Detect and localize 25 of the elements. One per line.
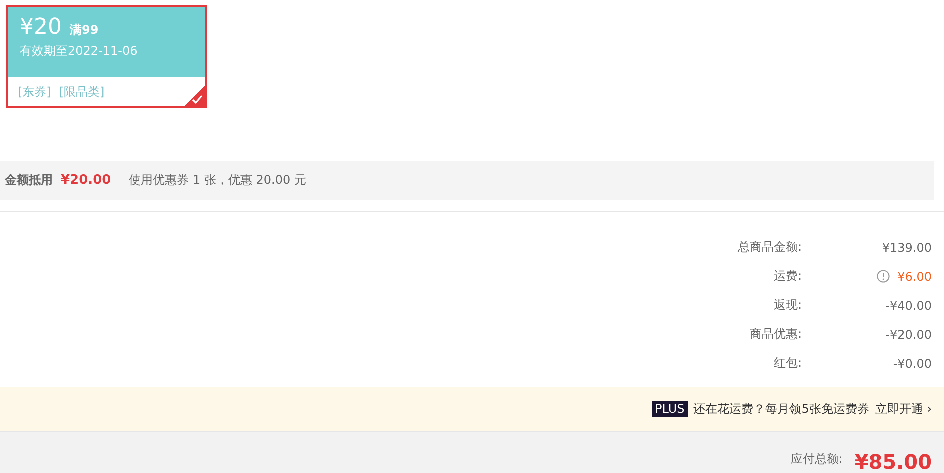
deduction-note: 使用优惠券 1 张，优惠 20.00 元: [129, 172, 306, 189]
summary-label: 总商品金额:: [738, 239, 802, 256]
summary-label: 返现:: [774, 297, 802, 314]
deduction-label: 金额抵用: [5, 172, 53, 189]
info-icon[interactable]: [876, 270, 890, 283]
activate-link[interactable]: 立即开通 ›: [875, 400, 932, 418]
coupon-validity: 有效期至2022-11-06: [20, 43, 138, 60]
summary-label: 运费:: [774, 268, 802, 285]
coupon-condition: 满99: [70, 22, 99, 39]
summary-value: -¥20.00: [886, 328, 932, 342]
summary-value: ¥6.00: [898, 270, 932, 284]
total-amount: ¥85.00: [854, 450, 932, 473]
coupon-tag: [限品类]: [59, 84, 105, 101]
total-label: 应付总额:: [790, 451, 843, 468]
check-corner-icon: [185, 86, 205, 106]
summary-value: ¥139.00: [882, 240, 932, 254]
summary-value: -¥0.00: [893, 356, 932, 370]
coupon-amount: ¥20: [20, 15, 62, 40]
plus-promo-text: 还在花运费？每月领5张免运费券: [694, 400, 870, 418]
coupon-tag: [东券]: [18, 84, 52, 101]
summary-value: -¥40.00: [886, 298, 932, 312]
deduction-amount: ¥20.00: [61, 173, 112, 188]
plus-badge: PLUS: [652, 401, 688, 417]
summary-label: 红包:: [774, 355, 802, 372]
summary-label: 商品优惠:: [750, 326, 802, 343]
